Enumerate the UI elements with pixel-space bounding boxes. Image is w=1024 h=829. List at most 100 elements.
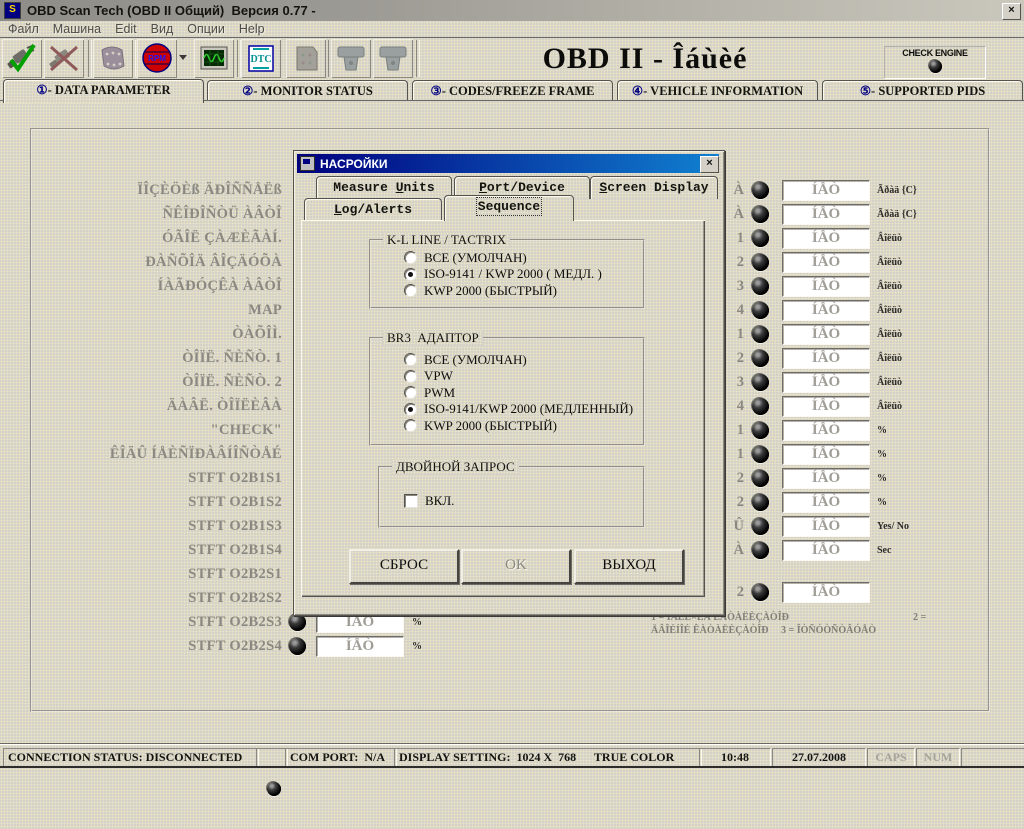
radio-unselected[interactable] xyxy=(404,419,417,432)
radio-unselected[interactable] xyxy=(404,386,417,399)
connection-status: CONNECTION STATUS: DISCONNECTED xyxy=(3,748,259,767)
tab-number: ① xyxy=(36,83,47,97)
param-unit: Âîëüò xyxy=(877,401,902,412)
param-value-field: ÍÅÒ xyxy=(782,420,870,441)
display-setting-status: DISPLAY SETTING: 1024 X 768 TRUE COLOR xyxy=(394,748,702,767)
dialog-tab-screen-display[interactable]: Screen Display xyxy=(590,176,718,199)
menu-item-файл[interactable]: Файл xyxy=(8,22,39,36)
catalyst-note-line1-right: 2 = xyxy=(913,612,926,623)
dialog-icon xyxy=(300,156,315,171)
param-label: MAP xyxy=(20,298,282,322)
caps-indicator: CAPS xyxy=(867,748,915,767)
param-label: STFT O2B1S2 xyxy=(20,490,282,514)
radio-option[interactable]: ВСЕ (УМОЛЧАН) xyxy=(404,249,527,266)
radio-option[interactable]: PWM xyxy=(404,384,455,401)
param-value-field: ÍÅÒ xyxy=(782,516,870,537)
radio-option[interactable]: ВСЕ (УМОЛЧАН) xyxy=(404,351,527,368)
dialog-tab-label: Port/Device xyxy=(479,180,565,195)
close-icon[interactable]: × xyxy=(1002,3,1021,20)
выход-button[interactable]: ВЫХОД xyxy=(574,549,684,584)
menu-item-опции[interactable]: Опции xyxy=(187,22,225,36)
chip-button[interactable] xyxy=(286,39,326,78)
com-port-status: COM PORT: N/A xyxy=(285,748,397,767)
param-unit: % xyxy=(412,617,422,628)
dialog-tab-label: Sequence xyxy=(478,199,540,214)
menu-bar: Файл Машина Edit Вид Опции Help xyxy=(0,21,1024,38)
tab---codes-freeze-frame[interactable]: ③- CODES/FREEZE FRAME xyxy=(412,80,613,101)
rpm-dropdown-icon[interactable] xyxy=(179,55,187,64)
dialog-title-bar[interactable]: НАСРОЙКИ xyxy=(297,154,719,173)
dtc-button[interactable]: DTC xyxy=(241,39,281,78)
dialog-tab-label: Log/Alerts xyxy=(334,202,412,217)
param-unit: Âîëüò xyxy=(877,377,902,388)
disconnect-plug-icon xyxy=(47,42,81,75)
radio-unselected[interactable] xyxy=(404,353,417,366)
connect-button[interactable] xyxy=(2,39,42,78)
radio-option[interactable]: KWP 2000 (БЫСТРЫЙ) xyxy=(404,417,557,434)
param-unit: % xyxy=(412,641,422,652)
rpm-button[interactable]: RPM xyxy=(137,39,177,78)
param-unit: % xyxy=(877,425,887,436)
radio-unselected[interactable] xyxy=(404,251,417,264)
radio-option[interactable]: ISO-9141 / KWP 2000 ( МЕДЛ. ) xyxy=(404,266,602,283)
radio-selected[interactable] xyxy=(404,403,417,416)
dialog-tab-log-alerts[interactable]: Log/Alerts xyxy=(304,198,442,221)
param-label: ÊÎÄÛ ÍÅÈÑÏÐÀÂÍÎÑÒÅÉ xyxy=(20,442,282,466)
connector-a-button[interactable] xyxy=(331,39,371,78)
radio-label: VPW xyxy=(424,368,453,384)
connector-b-button[interactable] xyxy=(373,39,413,78)
tab---data-parameter[interactable]: ①- DATA PARAMETER xyxy=(3,79,204,103)
window-title: OBD Scan Tech (OBD II Общий) Версия 0.77… xyxy=(27,3,316,18)
tab---vehicle-information[interactable]: ④- VEHICLE INFORMATION xyxy=(617,80,818,101)
vkl-checkbox[interactable] xyxy=(404,494,418,508)
param-led xyxy=(752,206,769,223)
param-led xyxy=(752,302,769,319)
param-label: STFT O2B2S4 xyxy=(20,634,282,658)
tab-number: ④ xyxy=(632,84,643,98)
disconnect-button[interactable] xyxy=(44,39,84,78)
param-unit: % xyxy=(877,473,887,484)
radio-option[interactable]: KWP 2000 (БЫСТРЫЙ) xyxy=(404,282,557,299)
radio-option[interactable]: VPW xyxy=(404,368,453,385)
param-value-field: ÍÅÒ xyxy=(782,252,870,273)
tab-label: - SUPPORTED PIDS xyxy=(871,84,985,98)
radio-selected[interactable] xyxy=(404,268,417,281)
param-value-field: ÍÅÒ xyxy=(782,468,870,489)
param-led xyxy=(289,638,306,655)
dialog-close-icon[interactable]: × xyxy=(700,156,719,173)
param-value-field: ÍÅÒ xyxy=(782,204,870,225)
oscilloscope-button[interactable] xyxy=(194,39,234,78)
param-label: ÒÀÕÎÌ. xyxy=(20,322,282,346)
param-value-field: ÍÅÒ xyxy=(782,300,870,321)
menu-item-edit[interactable]: Edit xyxy=(115,22,137,36)
param-led xyxy=(752,542,769,559)
settings-dialog: НАСРОЙКИ × Measure Units Port/Device Scree… xyxy=(293,150,725,616)
menu-item-вид[interactable]: Вид xyxy=(151,22,174,36)
radio-unselected[interactable] xyxy=(404,284,417,297)
menu-item-help[interactable]: Help xyxy=(239,22,265,36)
page-title: OBD II - Îáùèé xyxy=(520,42,770,76)
param-value-field: ÍÅÒ xyxy=(782,276,870,297)
radio-unselected[interactable] xyxy=(404,370,417,383)
radio-option[interactable]: ISO-9141/KWP 2000 (МЕДЛЕННЫЙ) xyxy=(404,401,633,418)
dialog-tab-measure-units[interactable]: Measure Units xyxy=(316,176,452,199)
param-value-field: ÍÅÒ xyxy=(316,636,404,657)
menu-item-машина[interactable]: Машина xyxy=(53,22,101,36)
tab---monitor-status[interactable]: ②- MONITOR STATUS xyxy=(207,80,408,101)
vkl-checkbox-row[interactable]: ВКЛ. xyxy=(404,492,454,509)
dialog-tab-sequence[interactable]: Sequence xyxy=(444,195,574,221)
status-filler xyxy=(961,748,1024,767)
record-log-button[interactable] xyxy=(93,39,133,78)
param-value-field: ÍÅÒ xyxy=(782,180,870,201)
param-led xyxy=(752,398,769,415)
сброс-button[interactable]: СБРОС xyxy=(349,549,459,584)
tab-number: ③ xyxy=(430,84,441,98)
double-request-group-title: ДВОЙНОЙ ЗАПРОС xyxy=(392,459,519,475)
param-led xyxy=(752,278,769,295)
param-label: ÍÀÃÐÓÇÊÀ ÀÂÒÎ xyxy=(20,274,282,298)
param-unit: Âîëüò xyxy=(877,353,902,364)
tab---supported-pids[interactable]: ⑤- SUPPORTED PIDS xyxy=(822,80,1023,101)
param-value-field: ÍÅÒ xyxy=(782,444,870,465)
vkl-checkbox-label: ВКЛ. xyxy=(425,493,454,509)
svg-text:RPM: RPM xyxy=(148,54,166,63)
